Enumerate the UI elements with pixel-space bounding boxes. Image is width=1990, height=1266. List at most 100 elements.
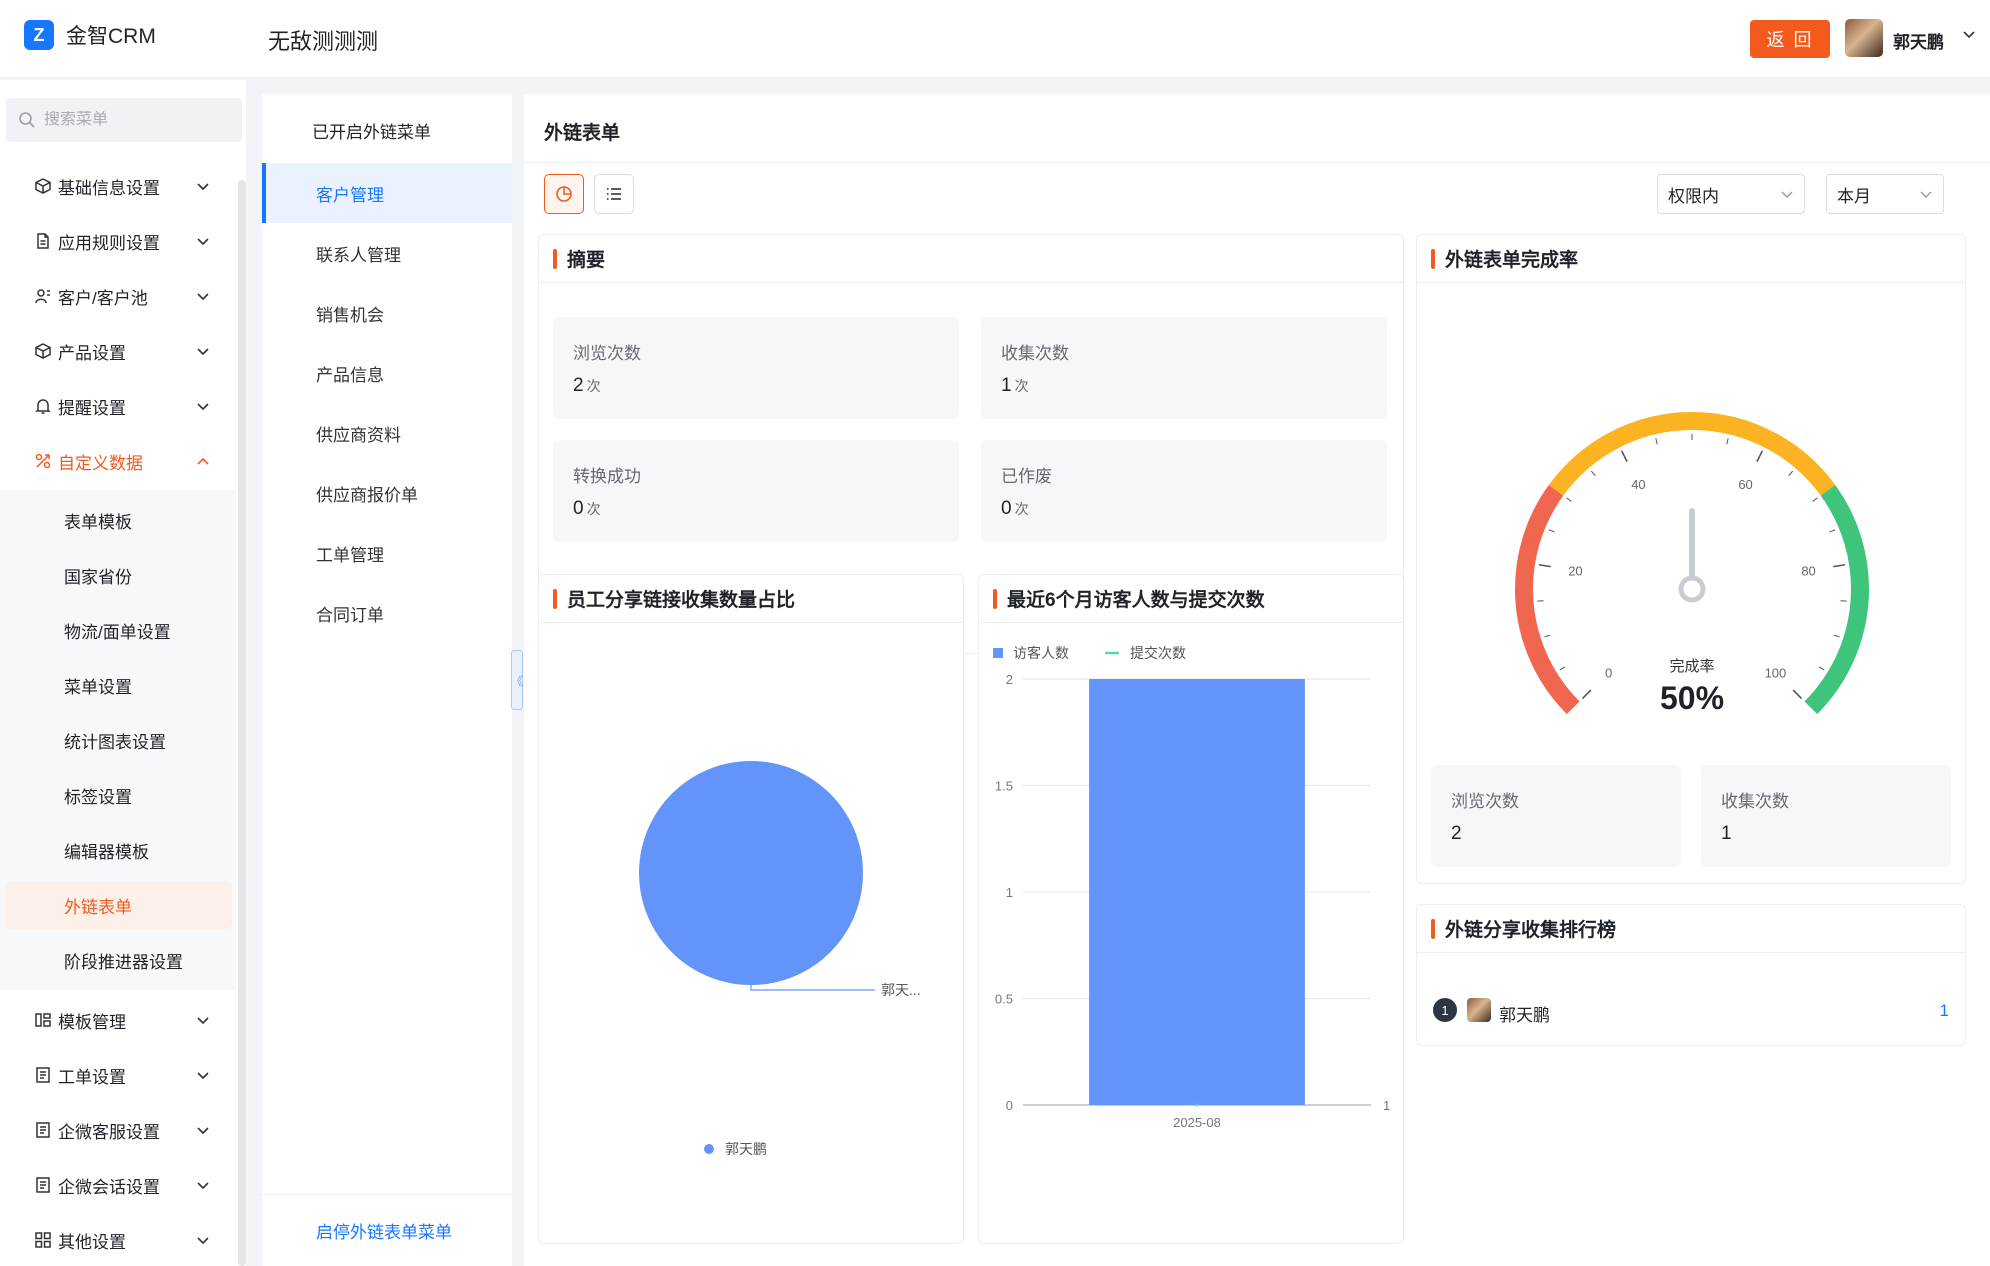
card-header: 外链表单完成率 <box>1417 235 1965 283</box>
sidebar-subitem[interactable]: 标签设置 <box>6 771 232 819</box>
sidebar-subitem[interactable]: 外链表单 <box>6 881 232 929</box>
user-avatar[interactable] <box>1845 19 1883 57</box>
sidebar-subitem[interactable]: 编辑器模板 <box>6 826 232 874</box>
accent-bar <box>993 588 997 609</box>
collapse-handle[interactable]: 《 <box>511 650 523 710</box>
period-select[interactable]: 本月 <box>1826 174 1944 214</box>
sidebar-scrollbar[interactable] <box>238 180 246 1266</box>
sidebar-item[interactable]: 企微会话设置 <box>0 1163 236 1207</box>
toggle-link-menu-button[interactable]: 启停外链表单菜单 <box>262 1194 512 1266</box>
grid-icon <box>34 1231 52 1249</box>
gauge-band-mid <box>1548 412 1836 496</box>
chevron-down-icon <box>196 399 210 413</box>
chevron-down-icon <box>196 1123 210 1137</box>
avatar <box>1467 998 1491 1022</box>
card-title: 员工分享链接收集数量占比 <box>567 590 796 611</box>
pie-slice <box>639 761 863 985</box>
gauge-tick <box>1812 497 1818 502</box>
stat-value: 1次 <box>1001 375 1029 396</box>
sidebar-item[interactable]: 应用规则设置 <box>0 219 236 263</box>
gauge-tick <box>1655 438 1658 445</box>
gauge-tick <box>1544 634 1551 638</box>
card-header: 员工分享链接收集数量占比 <box>539 575 963 623</box>
y2-tick-label: 1 <box>1383 1098 1390 1113</box>
completion-card: 外链表单完成率 0 20 40 60 80 100 完成率 50% 浏览次数 2 收集次数 1 <box>1416 234 1966 884</box>
chart-view-button[interactable] <box>544 174 584 214</box>
sidebar-subitem[interactable]: 物流/面单设置 <box>6 606 232 654</box>
link-menu-item[interactable]: 联系人管理 <box>262 223 512 283</box>
gauge-tick <box>1620 450 1628 462</box>
link-menu-item[interactable]: 供应商报价单 <box>262 463 512 523</box>
link-menu-item[interactable]: 销售机会 <box>262 283 512 343</box>
y-tick-label: 0.5 <box>995 992 1013 1007</box>
back-button[interactable]: 返 回 <box>1750 20 1830 58</box>
sidebar-item[interactable]: 其他设置 <box>0 1218 236 1262</box>
gauge-tick-label: 80 <box>1801 564 1815 579</box>
menu-search[interactable] <box>6 98 242 142</box>
sidebar-item[interactable]: 基础信息设置 <box>0 164 236 208</box>
gauge-tick <box>1559 666 1566 671</box>
card-header: 摘要 <box>539 235 1403 283</box>
card-header: 外链分享收集排行榜 <box>1417 905 1965 953</box>
search-icon <box>19 112 35 128</box>
bar <box>1089 679 1305 1105</box>
sidebar-subitem[interactable]: 统计图表设置 <box>6 716 232 764</box>
pie-label-line <box>750 985 875 991</box>
link-menu-item[interactable]: 供应商资料 <box>262 403 512 463</box>
sidebar-subitem[interactable]: 表单模板 <box>6 496 232 544</box>
sidebar-item-label: 提醒设置 <box>58 398 126 418</box>
y-tick-label: 2 <box>1006 672 1013 687</box>
list-view-button[interactable] <box>594 174 634 214</box>
pie-chart: 郭天... 郭天鹏 <box>639 761 921 1157</box>
stat-value: 0次 <box>1001 498 1029 519</box>
list-icon <box>607 188 621 200</box>
user-name[interactable]: 郭天鹏 <box>1893 28 1944 53</box>
main-content: 外链表单 权限内 本月 摘要 浏览次数 2次 收集次数 1次 转换成功 0次 已… <box>524 94 1990 1266</box>
stat-value: 2次 <box>573 375 601 396</box>
card-title: 摘要 <box>567 250 606 271</box>
logo-icon: Z <box>24 20 54 50</box>
sidebar-item[interactable]: 产品设置 <box>0 329 236 373</box>
sidebar-subitem[interactable]: 阶段推进器设置 <box>6 936 232 984</box>
chevron-down-icon <box>196 234 210 248</box>
link-menu-item[interactable]: 合同订单 <box>262 583 512 643</box>
card-title: 最近6个月访客人数与提交次数 <box>1007 590 1265 611</box>
link-menu-item[interactable]: 产品信息 <box>262 343 512 403</box>
gauge-tick-label: 0 <box>1605 665 1612 680</box>
sidebar-item-label: 自定义数据 <box>58 453 143 473</box>
gauge-tick <box>1792 689 1803 700</box>
card-header: 最近6个月访客人数与提交次数 <box>979 575 1403 623</box>
logo[interactable]: Z 金智CRM <box>24 20 156 50</box>
search-input[interactable] <box>44 111 214 129</box>
chevron-down-icon <box>196 1068 210 1082</box>
gauge-tick <box>1590 470 1596 477</box>
sidebar-subitem[interactable]: 菜单设置 <box>6 661 232 709</box>
sidebar-item[interactable]: 企微客服设置 <box>0 1108 236 1152</box>
sidebar-item[interactable]: 工单设置 <box>0 1053 236 1097</box>
link-menu-item[interactable]: 客户管理 <box>262 163 512 223</box>
scope-select[interactable]: 权限内 <box>1657 174 1805 214</box>
sidebar-subitem[interactable]: 国家省份 <box>6 551 232 599</box>
sidebar-item[interactable]: 模板管理 <box>0 998 236 1042</box>
pie-chart-icon <box>556 186 572 202</box>
link-menu-item[interactable]: 工单管理 <box>262 523 512 583</box>
gauge-tick <box>1833 563 1846 568</box>
sidebar-item[interactable]: 客户/客户池 <box>0 274 236 318</box>
sidebar-item-label: 应用规则设置 <box>58 233 160 253</box>
legend-marker <box>704 1144 714 1154</box>
y-tick-label: 1 <box>1006 885 1013 900</box>
cube-icon <box>34 342 52 360</box>
sidebar-item[interactable]: 自定义数据 <box>0 439 236 483</box>
chevron-down-icon <box>196 1013 210 1027</box>
link-menu-panel: 已开启外链菜单 客户管理 联系人管理 销售机会 产品信息 供应商资料 供应商报价单 工单管理… <box>262 94 512 1266</box>
contacts-icon <box>34 287 52 305</box>
chevron-down-icon <box>196 1178 210 1192</box>
stat-collections: 收集次数 1次 <box>981 317 1387 419</box>
chevron-down-icon[interactable] <box>1962 28 1976 42</box>
period-select-value: 本月 <box>1837 186 1871 206</box>
sidebar-item[interactable]: 提醒设置 <box>0 384 236 428</box>
stat-label: 浏览次数 <box>573 344 641 363</box>
sidebar-item-label: 企微客服设置 <box>58 1122 160 1142</box>
top-bar: Z 金智CRM 无敌测测测 返 回 郭天鹏 <box>0 0 1990 78</box>
stat-label: 收集次数 <box>1721 792 1789 811</box>
